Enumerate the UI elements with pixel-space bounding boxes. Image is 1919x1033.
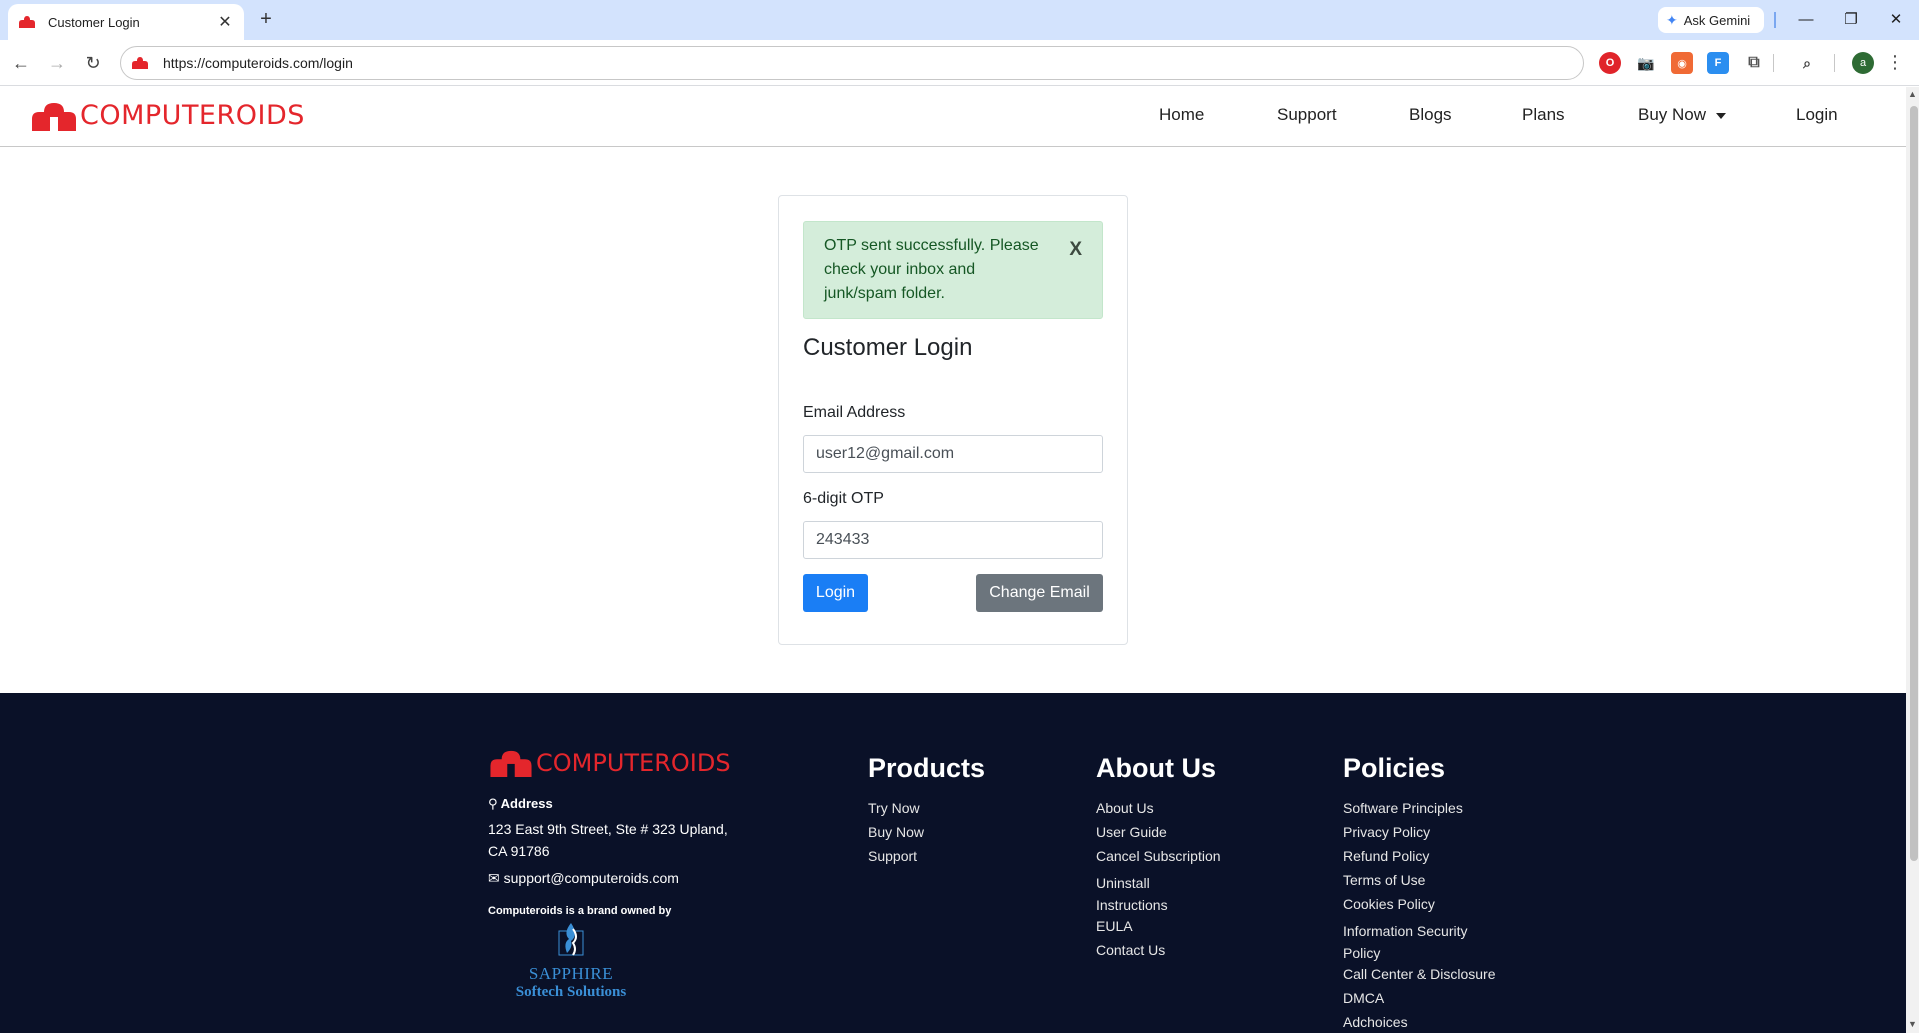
nav-blogs[interactable]: Blogs [1409,105,1452,125]
computeroids-favicon-icon [18,13,36,31]
logo-text: COMPUTEROIDS [80,100,305,131]
scrollbar-thumb[interactable] [1910,106,1918,861]
browser-tabstrip: Customer Login ✕ + ✦ Ask Gemini — ❐ ✕ [0,0,1919,40]
footer-link-buy-now[interactable]: Buy Now [868,824,924,841]
computeroids-logo-icon [32,102,76,131]
address-bar[interactable]: https://computeroids.com/login [120,46,1584,80]
alert-close-icon[interactable]: X [1069,238,1082,262]
address-heading-label: Address [500,796,553,811]
dropdown-caret-icon [1716,112,1727,119]
extensions-puzzle-icon[interactable]: ⧉ [1743,52,1765,74]
rss-extension-icon[interactable]: ◉ [1671,52,1693,74]
nav-plans[interactable]: Plans [1522,105,1565,125]
ask-gemini-button[interactable]: ✦ Ask Gemini [1658,7,1764,33]
products-heading: Products [868,753,986,783]
site-header: COMPUTEROIDS Home Support Blogs Plans Bu… [0,87,1906,147]
footer-link-software-principles[interactable]: Software Principles [1343,800,1463,817]
browser-tab[interactable]: Customer Login ✕ [8,4,244,40]
toolbar-divider [1773,54,1774,72]
login-card: OTP sent successfully. Please check your… [778,195,1128,645]
footer-link-adchoices[interactable]: Adchoices [1343,1014,1408,1031]
footer-logo[interactable]: COMPUTEROIDS [488,749,731,777]
brand-note: Computeroids is a brand owned by [488,905,672,917]
minimize-icon[interactable]: — [1784,6,1828,34]
footer-email-text: support@computeroids.com [503,870,679,886]
sapphire-subtitle: Softech Solutions [515,984,627,1000]
address-text: 123 East 9th Street, Ste # 323 Upland, C… [488,821,728,859]
menu-kebab-icon[interactable]: ⋮ [1886,50,1904,76]
footer-link-cookies-policy[interactable]: Cookies Policy [1343,896,1435,913]
sapphire-name: SAPPHIRE [528,964,614,983]
footer-link-contact-us[interactable]: Contact Us [1096,942,1165,959]
footer-email[interactable]: ✉ support@computeroids.com [488,870,679,887]
profile-avatar[interactable]: a [1852,52,1874,74]
footer-link-dmca[interactable]: DMCA [1343,990,1384,1007]
tab-close-icon[interactable]: ✕ [216,12,234,32]
tab-search-icon[interactable]: ⌕ [1796,52,1818,74]
envelope-icon: ✉ [488,870,500,886]
sapphire-flame-icon [558,923,584,956]
alert-message: OTP sent successfully. Please check your… [824,237,1039,302]
restore-icon[interactable]: ❐ [1829,6,1873,34]
otp-success-alert: OTP sent successfully. Please check your… [803,221,1103,319]
close-window-icon[interactable]: ✕ [1874,6,1918,34]
scroll-down-icon[interactable]: ▼ [1907,1018,1918,1030]
footer-link-information-security-policy[interactable]: Information Security Policy [1343,920,1493,964]
map-marker-icon: ⚲ [488,796,498,811]
computeroids-logo-icon [490,750,532,777]
footer-link-support[interactable]: Support [868,848,917,865]
toolbar-divider [1834,54,1835,72]
nav-login[interactable]: Login [1796,105,1838,125]
footer-link-privacy-policy[interactable]: Privacy Policy [1343,824,1430,841]
policies-heading: Policies [1343,753,1446,783]
footer-link-eula[interactable]: EULA [1096,918,1133,935]
reload-icon[interactable]: ↻ [80,50,106,76]
new-tab-button[interactable]: + [254,8,278,32]
ask-gemini-label: Ask Gemini [1683,12,1751,28]
footer-link-call-center-disclosure[interactable]: Call Center & Disclosure [1343,966,1496,983]
site-footer: COMPUTEROIDS ⚲ Address 123 East 9th Stre… [0,693,1906,1033]
footer-link-try-now[interactable]: Try Now [868,800,920,817]
nav-buy-now[interactable]: Buy Now [1638,105,1727,125]
email-label: Email Address [803,404,906,421]
footer-link-terms-of-use[interactable]: Terms of Use [1343,872,1425,889]
page-title: Customer Login [803,334,973,361]
tab-title: Customer Login [48,14,140,30]
address-heading: ⚲ Address [488,796,553,812]
footer-link-cancel-subscription[interactable]: Cancel Subscription [1096,848,1221,865]
nav-home[interactable]: Home [1159,105,1204,125]
url-text: https://computeroids.com/login [163,55,353,71]
site-logo[interactable]: COMPUTEROIDS [30,100,305,131]
scroll-up-icon[interactable]: ▲ [1907,88,1918,100]
camera-icon[interactable]: 📷 [1635,52,1657,74]
gemini-sparkle-icon: ✦ [1666,11,1678,28]
back-arrow-icon[interactable]: ← [8,50,34,76]
nav-support[interactable]: Support [1277,105,1337,125]
footer-link-user-guide[interactable]: User Guide [1096,824,1167,841]
change-email-button[interactable]: Change Email [976,574,1103,612]
sapphire-logo[interactable]: SAPPHIRE Softech Solutions [496,921,646,1001]
translate-extension-icon[interactable]: F [1707,52,1729,74]
opera-extension-icon[interactable]: O [1599,52,1621,74]
about-heading: About Us [1096,753,1216,783]
tabstrip-divider [1774,12,1776,28]
footer-link-about-us[interactable]: About Us [1096,800,1154,817]
nav-buy-now-label: Buy Now [1638,105,1707,124]
footer-link-uninstall-instructions[interactable]: Uninstall Instructions [1096,872,1186,916]
browser-toolbar: ← → ↻ https://computeroids.com/login O 📷… [0,40,1919,86]
site-info-icon[interactable] [131,56,149,70]
email-field[interactable]: user12@gmail.com [803,435,1103,473]
otp-label: 6-digit OTP [803,490,884,507]
forward-arrow-icon[interactable]: → [44,50,70,76]
footer-logo-text: COMPUTEROIDS [536,749,731,777]
footer-link-refund-policy[interactable]: Refund Policy [1343,848,1429,865]
otp-field[interactable]: 243433 [803,521,1103,559]
login-button[interactable]: Login [803,574,868,612]
